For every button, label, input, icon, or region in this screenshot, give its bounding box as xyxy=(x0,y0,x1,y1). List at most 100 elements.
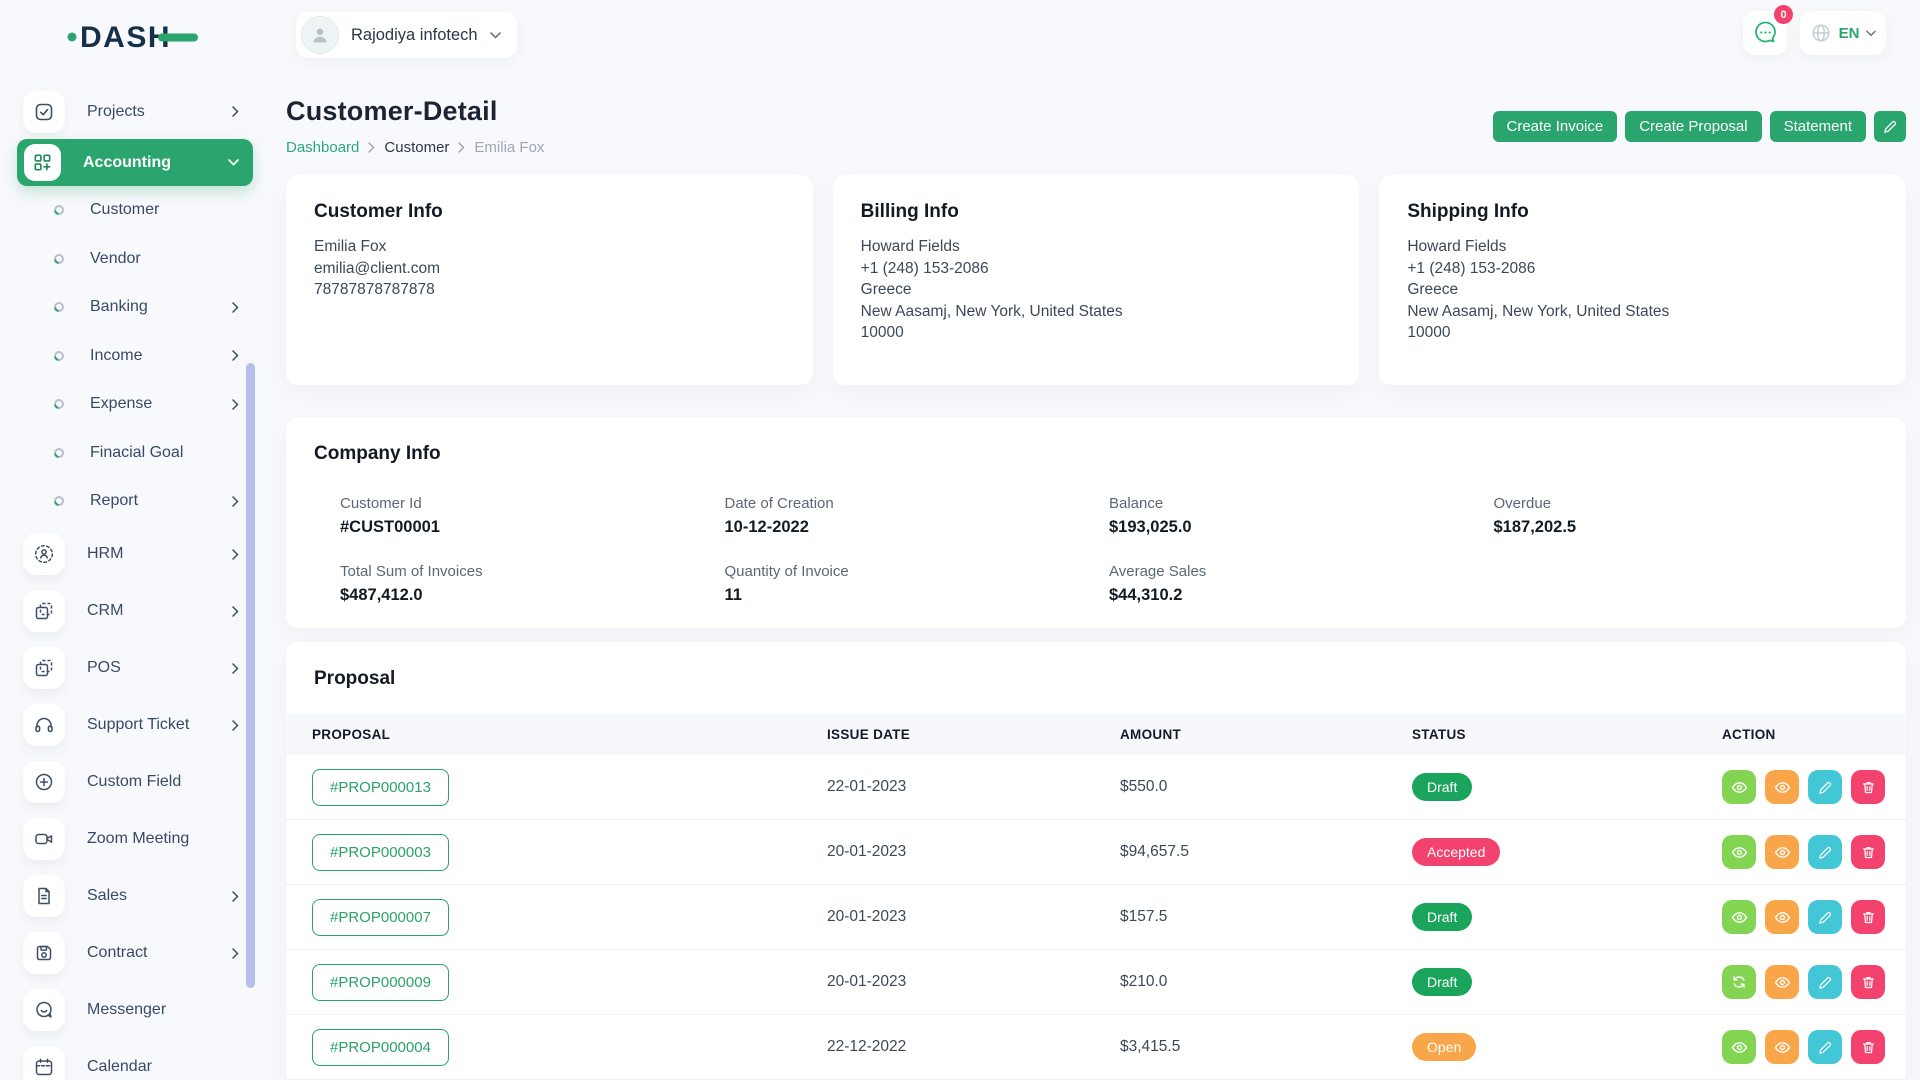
breadcrumb-customer[interactable]: Customer xyxy=(384,139,449,156)
sidebar-item-contract[interactable]: Contract xyxy=(17,925,253,982)
proposal-id-button[interactable]: #PROP000009 xyxy=(312,964,449,1001)
proposal-id-button[interactable]: #PROP000003 xyxy=(312,834,449,871)
edit-button[interactable] xyxy=(1808,770,1842,804)
create-invoice-button[interactable]: Create Invoice xyxy=(1493,111,1618,142)
eye-icon xyxy=(1774,844,1791,861)
col-proposal: PROPOSAL xyxy=(286,727,827,742)
convert-button[interactable] xyxy=(1722,965,1756,999)
preview-button[interactable] xyxy=(1765,835,1799,869)
col-status: STATUS xyxy=(1412,727,1722,742)
preview-button[interactable] xyxy=(1765,1030,1799,1064)
billing-phone: +1 (248) 153-2086 xyxy=(861,258,1332,280)
amount: $550.0 xyxy=(1120,778,1412,796)
statement-button[interactable]: Statement xyxy=(1770,111,1866,142)
globe-icon xyxy=(1810,22,1832,44)
sidebar-item-zoom-meeting[interactable]: Zoom Meeting xyxy=(17,811,253,868)
delete-button[interactable] xyxy=(1851,1030,1885,1064)
view-button[interactable] xyxy=(1722,1030,1756,1064)
language-selector[interactable]: EN xyxy=(1800,11,1886,55)
sidebar-item-messenger[interactable]: Messenger xyxy=(17,982,253,1039)
proposal-id-button[interactable]: #PROP000007 xyxy=(312,899,449,936)
pencil-icon xyxy=(1883,119,1898,134)
sidebar-item-custom-field[interactable]: Custom Field xyxy=(17,754,253,811)
table-row: #PROP000013 22-01-2023 $550.0 Draft xyxy=(286,755,1906,820)
field-quantity-of-invoice: Quantity of Invoice 11 xyxy=(725,563,1110,605)
sidebar-item-projects[interactable]: Projects xyxy=(17,84,253,139)
amount: $157.5 xyxy=(1120,908,1412,926)
delete-button[interactable] xyxy=(1851,900,1885,934)
company-info-card: Company Info Customer Id #CUST00001 Date… xyxy=(286,417,1906,628)
edit-customer-button[interactable] xyxy=(1874,111,1906,142)
chevron-right-icon xyxy=(232,606,239,617)
table-header: PROPOSAL ISSUE DATE AMOUNT STATUS ACTION xyxy=(286,714,1906,755)
delete-button[interactable] xyxy=(1851,770,1885,804)
edit-button[interactable] xyxy=(1808,1030,1842,1064)
chevron-right-icon xyxy=(232,891,239,902)
sidebar-item-banking[interactable]: Banking xyxy=(17,283,253,332)
edit-button[interactable] xyxy=(1808,900,1842,934)
billing-info-card: Billing Info Howard Fields +1 (248) 153-… xyxy=(833,175,1360,385)
pos-icon xyxy=(23,647,65,689)
view-button[interactable] xyxy=(1722,770,1756,804)
proposal-id-button[interactable]: #PROP000004 xyxy=(312,1029,449,1066)
preview-button[interactable] xyxy=(1765,900,1799,934)
bullet-icon xyxy=(53,350,65,362)
pencil-icon xyxy=(1818,1040,1833,1055)
chat-icon xyxy=(1752,20,1779,47)
company-selector[interactable]: Rajodiya infotech xyxy=(296,12,517,58)
row-actions xyxy=(1722,965,1906,999)
col-action: ACTION xyxy=(1722,727,1906,742)
proposal-title: Proposal xyxy=(286,668,1906,690)
edit-button[interactable] xyxy=(1808,835,1842,869)
sidebar-item-report[interactable]: Report xyxy=(17,477,253,526)
sidebar-item-customer[interactable]: Customer xyxy=(17,186,253,235)
sidebar-item-pos[interactable]: POS xyxy=(17,640,253,697)
language-code: EN xyxy=(1839,25,1860,42)
view-button[interactable] xyxy=(1722,900,1756,934)
projects-icon xyxy=(23,91,65,133)
proposal-id-button[interactable]: #PROP000013 xyxy=(312,769,449,806)
customer-email: emilia@client.com xyxy=(314,258,785,280)
eye-icon xyxy=(1774,974,1791,991)
shipping-info-card: Shipping Info Howard Fields +1 (248) 153… xyxy=(1379,175,1906,385)
status-badge: Draft xyxy=(1412,903,1472,931)
user-icon xyxy=(309,24,331,46)
shipping-zip: 10000 xyxy=(1407,322,1878,344)
trash-icon xyxy=(1861,1040,1876,1055)
view-button[interactable] xyxy=(1722,835,1756,869)
preview-button[interactable] xyxy=(1765,965,1799,999)
sidebar-item-accounting[interactable]: Accounting xyxy=(17,139,253,186)
preview-button[interactable] xyxy=(1765,770,1799,804)
sidebar-item-expense[interactable]: Expense xyxy=(17,380,253,429)
col-amount: AMOUNT xyxy=(1120,727,1412,742)
table-row: #PROP000003 20-01-2023 $94,657.5 Accepte… xyxy=(286,820,1906,885)
trash-icon xyxy=(1861,910,1876,925)
breadcrumb-current: Emilia Fox xyxy=(474,139,544,156)
sidebar-item-hrm[interactable]: HRM xyxy=(17,526,253,583)
edit-button[interactable] xyxy=(1808,965,1842,999)
create-proposal-button[interactable]: Create Proposal xyxy=(1625,111,1761,142)
chevron-right-icon xyxy=(232,663,239,674)
delete-button[interactable] xyxy=(1851,965,1885,999)
billing-zip: 10000 xyxy=(861,322,1332,344)
amount: $94,657.5 xyxy=(1120,843,1412,861)
sidebar-item-financial-goal[interactable]: Finacial Goal xyxy=(17,429,253,478)
sidebar-item-crm[interactable]: CRM xyxy=(17,583,253,640)
sidebar-item-vendor[interactable]: Vendor xyxy=(17,235,253,284)
breadcrumb-dashboard[interactable]: Dashboard xyxy=(286,139,359,156)
bullet-icon xyxy=(53,204,65,216)
shipping-name: Howard Fields xyxy=(1407,236,1878,258)
delete-button[interactable] xyxy=(1851,835,1885,869)
sidebar-item-income[interactable]: Income xyxy=(17,332,253,381)
sidebar-item-calendar[interactable]: Calendar xyxy=(17,1039,253,1080)
circle-plus-icon xyxy=(23,761,65,803)
brand-logo: DASH xyxy=(66,16,206,58)
messages-button[interactable]: 0 xyxy=(1743,11,1787,55)
sidebar-scrollbar[interactable] xyxy=(246,363,255,988)
field-balance: Balance $193,025.0 xyxy=(1109,495,1494,537)
company-info-grid: Customer Id #CUST00001 Date of Creation … xyxy=(314,495,1878,605)
eye-icon xyxy=(1774,779,1791,796)
sidebar-item-support-ticket[interactable]: Support Ticket xyxy=(17,697,253,754)
sidebar-item-sales[interactable]: Sales xyxy=(17,868,253,925)
bullet-icon xyxy=(53,301,65,313)
